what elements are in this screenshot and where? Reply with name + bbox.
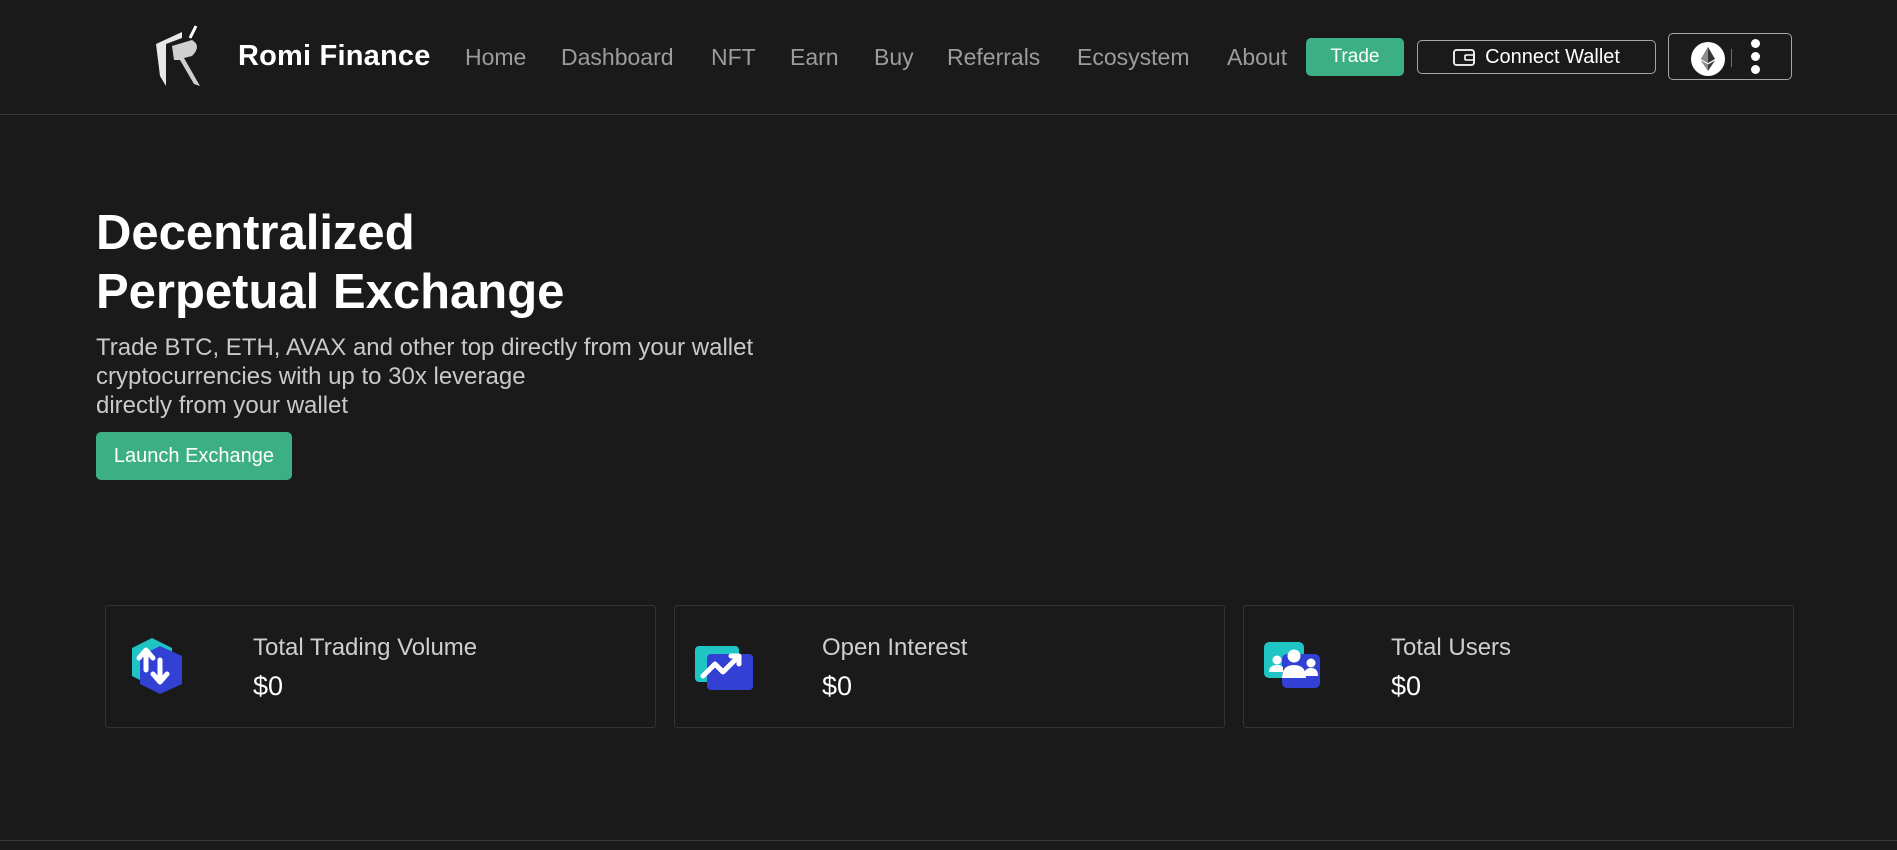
divider (1731, 49, 1732, 67)
stat-value: $0 (253, 671, 284, 701)
nav-earn[interactable]: Earn (790, 44, 839, 71)
top-navbar: Romi Finance Home Dashboard NFT Earn Buy… (0, 0, 1897, 115)
hero-desc-line2: cryptocurrencies with up to 30x leverage (96, 363, 526, 390)
wallet-icon (1453, 48, 1475, 66)
vertical-dots-icon[interactable] (1749, 39, 1761, 77)
stat-value: $0 (1391, 671, 1422, 701)
stat-value: $0 (822, 671, 853, 701)
stat-label: Total Users (1391, 634, 1512, 661)
ethereum-icon[interactable] (1691, 42, 1725, 76)
nav-referrals[interactable]: Referrals (947, 44, 1040, 71)
stat-card-total-users: Total Users $0 (1243, 605, 1794, 728)
nav-about[interactable]: About (1227, 44, 1287, 71)
nav-buy[interactable]: Buy (874, 44, 914, 71)
connect-wallet-label: Connect Wallet (1485, 45, 1620, 68)
nav-dashboard[interactable]: Dashboard (561, 44, 674, 71)
hero-title-line2: Perpetual Exchange (96, 265, 565, 319)
launch-exchange-button[interactable]: Launch Exchange (96, 432, 292, 480)
users-icon (1264, 642, 1320, 688)
hero-title: Decentralized Perpetual Exchange (96, 204, 564, 322)
open-interest-icon (695, 646, 753, 690)
nav-nft[interactable]: NFT (711, 44, 756, 71)
romi-logo-icon[interactable] (152, 24, 206, 90)
hero-desc-line1: Trade BTC, ETH, AVAX and other top direc… (96, 334, 754, 361)
network-menu-button[interactable] (1668, 33, 1792, 80)
hero-title-line1: Decentralized (96, 206, 415, 260)
nav-home[interactable]: Home (465, 44, 526, 71)
brand-name[interactable]: Romi Finance (238, 40, 431, 73)
connect-wallet-button[interactable]: Connect Wallet (1417, 40, 1656, 74)
stat-card-open-interest: Open Interest $0 (674, 605, 1225, 728)
trade-button[interactable]: Trade (1306, 38, 1404, 76)
hero-description: Trade BTC, ETH, AVAX and other top direc… (96, 333, 816, 420)
stat-card-trading-volume: Total Trading Volume $0 (105, 605, 656, 728)
stat-label: Total Trading Volume (253, 634, 478, 661)
stat-label: Open Interest (822, 634, 968, 661)
hero-desc-line3: directly from your wallet (96, 392, 349, 419)
nav-ecosystem[interactable]: Ecosystem (1077, 44, 1189, 71)
footer-divider (0, 840, 1897, 841)
trading-volume-icon (132, 638, 182, 694)
